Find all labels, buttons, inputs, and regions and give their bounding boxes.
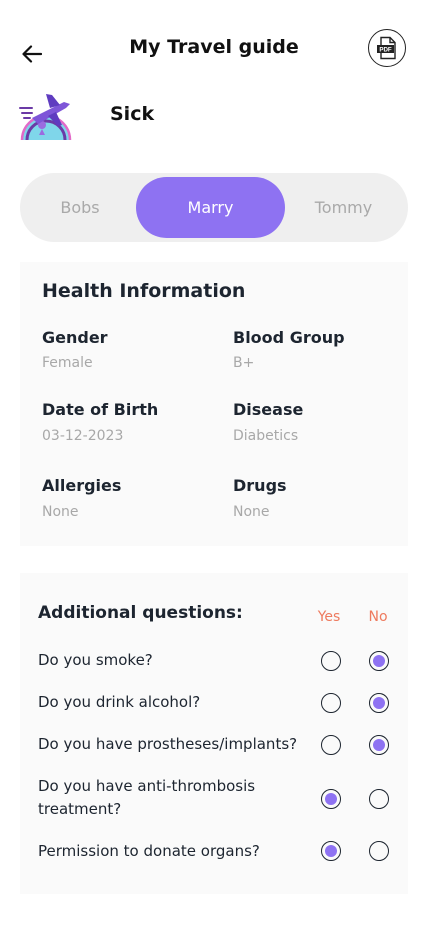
page-title: My Travel guide bbox=[129, 36, 299, 58]
dob-label: Date of Birth bbox=[42, 400, 159, 419]
app-logo bbox=[18, 88, 74, 144]
question-smoke: Do you smoke? bbox=[38, 651, 153, 669]
blood-group-label: Blood Group bbox=[233, 328, 345, 347]
drugs-label: Drugs bbox=[233, 476, 287, 495]
drugs-value: None bbox=[233, 504, 270, 520]
smoke-no-radio[interactable] bbox=[369, 651, 389, 671]
question-donate-organs: Permission to donate organs? bbox=[38, 842, 260, 860]
allergies-value: None bbox=[42, 504, 79, 520]
disease-value: Diabetics bbox=[233, 428, 299, 444]
allergies-label: Allergies bbox=[42, 476, 122, 495]
dob-value: 03-12-2023 bbox=[42, 428, 124, 444]
donate-organs-no-radio[interactable] bbox=[369, 841, 389, 861]
pdf-badge-text: PDF bbox=[379, 47, 392, 54]
blood-group-value: B+ bbox=[233, 355, 255, 371]
anti-thrombosis-yes-radio[interactable] bbox=[321, 789, 341, 809]
screen-label: Sick bbox=[110, 103, 155, 125]
gender-value: Female bbox=[42, 355, 93, 371]
additional-questions-card: Additional questions: Yes No Do you smok… bbox=[20, 573, 408, 894]
pdf-export-button[interactable]: PDF bbox=[368, 29, 406, 67]
additional-questions-title: Additional questions: bbox=[38, 603, 243, 623]
segment-marry[interactable]: Marry bbox=[136, 177, 285, 238]
disease-label: Disease bbox=[233, 400, 304, 419]
health-info-card: Health Information Gender Female Blood G… bbox=[20, 262, 408, 546]
health-info-title: Health Information bbox=[42, 280, 246, 302]
prostheses-no-radio[interactable] bbox=[369, 735, 389, 755]
smoke-yes-radio[interactable] bbox=[321, 651, 341, 671]
donate-organs-yes-radio[interactable] bbox=[321, 841, 341, 861]
anti-thrombosis-no-radio[interactable] bbox=[369, 789, 389, 809]
segment-tommy[interactable]: Tommy bbox=[285, 177, 402, 238]
pdf-file-icon: PDF bbox=[377, 36, 396, 60]
no-column-heading: No bbox=[368, 609, 388, 625]
prostheses-yes-radio[interactable] bbox=[321, 735, 341, 755]
gender-label: Gender bbox=[42, 328, 108, 347]
person-selector: Bobs Marry Tommy bbox=[20, 173, 408, 242]
airplane-globe-icon bbox=[19, 94, 72, 141]
alcohol-no-radio[interactable] bbox=[369, 693, 389, 713]
alcohol-yes-radio[interactable] bbox=[321, 693, 341, 713]
question-alcohol: Do you drink alcohol? bbox=[38, 693, 201, 711]
question-anti-thrombosis: Do you have anti-thrombosis treatment? bbox=[38, 777, 256, 818]
question-prostheses: Do you have prostheses/implants? bbox=[38, 735, 298, 753]
yes-column-heading: Yes bbox=[317, 609, 341, 625]
segment-bobs[interactable]: Bobs bbox=[24, 177, 136, 238]
